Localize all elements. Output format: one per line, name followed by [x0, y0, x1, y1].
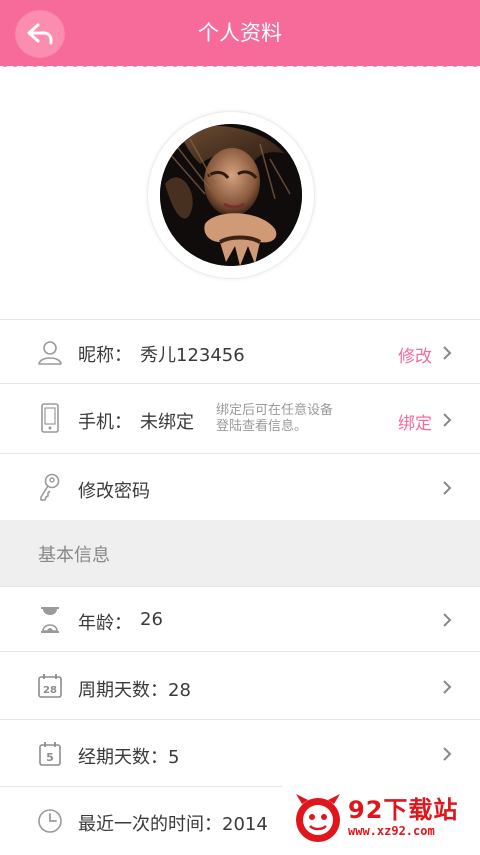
phone-row[interactable]: 手机： 未绑定 绑定后可在任意设备登陆查看信息。 绑定 — [0, 383, 480, 454]
chevron-right-icon — [443, 346, 452, 360]
nickname-label: 昵称： — [78, 345, 132, 366]
period-days-label: 经期天数：5 — [78, 747, 180, 768]
age-label: 年龄： — [78, 613, 132, 634]
user-icon — [36, 338, 64, 366]
chevron-right-icon — [443, 613, 452, 627]
site-watermark: 92下载站 www.xz92.com — [282, 780, 480, 854]
header-scallop-decoration — [0, 62, 480, 72]
phone-value: 未绑定 — [140, 412, 194, 433]
age-row[interactable]: 年龄： 26 — [0, 586, 480, 652]
phone-icon — [36, 403, 64, 433]
chevron-right-icon — [443, 481, 452, 495]
phone-binding-note: 绑定后可在任意设备登陆查看信息。 — [216, 403, 334, 434]
key-icon — [36, 473, 64, 501]
calendar-28-number: 28 — [43, 685, 57, 696]
cycle-days-label: 周期天数：28 — [78, 680, 191, 701]
last-period-label: 最近一次的时间：2014 — [78, 814, 268, 835]
edit-nickname-button[interactable]: 修改 — [398, 342, 432, 367]
chevron-right-icon — [443, 747, 452, 761]
chevron-right-icon — [443, 413, 452, 427]
bind-phone-button[interactable]: 绑定 — [398, 409, 432, 434]
change-password-row[interactable]: 修改密码 — [0, 453, 480, 521]
calendar-5-number: 5 — [46, 751, 54, 764]
avatar-photo — [160, 124, 302, 266]
title-bar: 个人资料 — [0, 0, 480, 66]
nickname-row[interactable]: 昵称： 秀儿123456 修改 — [0, 319, 480, 384]
watermark-name: 92下载站 — [348, 796, 459, 824]
period-days-row[interactable]: 5 经期天数：5 — [0, 719, 480, 787]
age-value: 26 — [140, 609, 163, 630]
nickname-value: 秀儿123456 — [140, 345, 245, 366]
hourglass-icon — [36, 606, 64, 634]
page-title: 个人资料 — [198, 21, 282, 45]
chevron-right-icon — [443, 680, 452, 694]
change-password-label: 修改密码 — [78, 481, 150, 502]
calendar-5-icon: 5 — [36, 740, 64, 768]
watermark-logo-icon — [296, 794, 340, 842]
basic-info-section-header: 基本信息 — [0, 520, 480, 586]
avatar[interactable] — [160, 124, 302, 266]
clock-icon — [36, 807, 64, 835]
calendar-28-icon: 28 — [36, 672, 64, 700]
watermark-url: www.xz92.com — [348, 824, 435, 838]
phone-label: 手机： — [78, 412, 132, 433]
section-title: 基本信息 — [38, 545, 110, 566]
cycle-days-row[interactable]: 28 周期天数：28 — [0, 651, 480, 720]
